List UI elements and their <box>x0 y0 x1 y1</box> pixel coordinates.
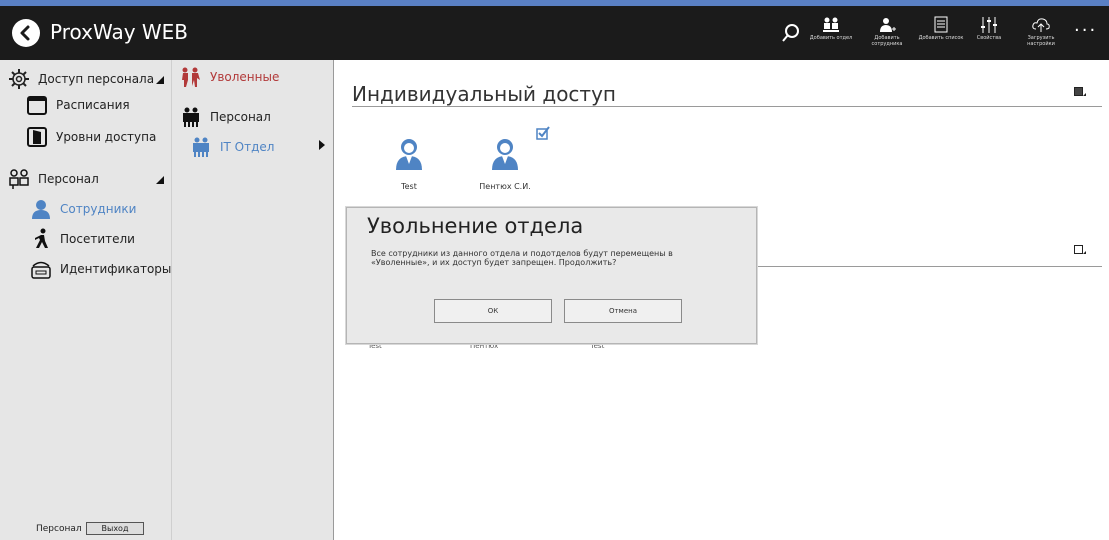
upload-settings-icon <box>1032 18 1050 32</box>
sidebar-item-label: Идентификаторы <box>60 262 172 276</box>
checkbox-checked-icon[interactable] <box>536 126 550 140</box>
sidebar-group-label: Доступ персонала <box>38 72 155 86</box>
ok-button[interactable]: ОК <box>434 299 552 323</box>
tree-item-it-department[interactable]: IT Отдел <box>190 136 274 158</box>
person-avatar-icon <box>492 139 518 170</box>
sidebar-item-label: Посетители <box>60 232 135 246</box>
add-department-label: Добавить отдел <box>809 35 853 41</box>
section-divider <box>352 106 1102 107</box>
person-name: Пентюх С.И. <box>479 182 531 191</box>
current-user-label: Персонал <box>36 524 82 534</box>
upload-settings-label: Загрузить настройки <box>1027 35 1055 47</box>
top-bar: ProxWay WEB Добавить отдел Добавить сотр… <box>0 6 1109 60</box>
sidebar-group-access[interactable]: Доступ персонала <box>8 68 154 90</box>
add-employee-label: Добавить сотрудника <box>871 35 903 47</box>
walking-person-icon <box>35 228 48 248</box>
expand-arrow-icon[interactable] <box>319 140 325 150</box>
filled-square-icon[interactable] <box>1074 87 1086 97</box>
dismiss-department-dialog: Увольнение отдела Все сотрудники из данн… <box>346 207 757 344</box>
sidebar-item-label: Сотрудники <box>60 202 137 216</box>
collapse-triangle-icon[interactable] <box>156 76 164 84</box>
cancel-button[interactable]: Отмена <box>564 299 682 323</box>
person-name: Test <box>401 182 417 191</box>
sidebar-group-personnel[interactable]: Персонал <box>8 168 99 190</box>
add-employee-icon <box>880 18 896 32</box>
sidebar-item-visitors[interactable]: Посетители <box>30 228 135 250</box>
add-list-button[interactable]: Добавить список <box>916 14 966 54</box>
logout-button[interactable]: Выход <box>86 522 144 535</box>
section-title: Индивидуальный доступ <box>352 82 616 106</box>
add-department-icon <box>823 17 839 32</box>
door-icon <box>27 127 47 147</box>
add-employee-button[interactable]: Добавить сотрудника <box>862 14 912 54</box>
back-button[interactable] <box>12 19 40 47</box>
sidebar-item-label: Уровни доступа <box>56 130 157 144</box>
card-reader-icon <box>31 261 51 279</box>
department-tree: Уволенные Персонал IT Отдел <box>172 60 334 540</box>
upload-settings-button[interactable]: Загрузить настройки <box>1016 14 1066 54</box>
properties-icon <box>981 17 997 33</box>
sidebar-footer: Персонал Выход <box>0 518 172 540</box>
people-icon <box>9 169 29 189</box>
sidebar-group-label: Персонал <box>38 172 99 186</box>
tree-item-label: Персонал <box>210 110 271 124</box>
add-department-button[interactable]: Добавить отдел <box>806 14 856 54</box>
sidebar-item-employees[interactable]: Сотрудники <box>30 198 136 220</box>
empty-square-icon[interactable] <box>1074 245 1086 255</box>
app-title: ProxWay WEB <box>50 20 189 44</box>
add-list-icon <box>934 16 948 33</box>
tree-item-staff[interactable]: Персонал <box>180 106 271 128</box>
properties-button[interactable]: Свойства <box>964 14 1014 54</box>
gear-icon <box>9 69 29 89</box>
add-list-label: Добавить список <box>918 35 964 41</box>
more-menu-button[interactable]: ··· <box>1074 20 1097 41</box>
sidebar-item-label: Расписания <box>56 98 130 112</box>
person-avatar-icon <box>396 139 422 170</box>
search-icon[interactable] <box>780 22 802 44</box>
tree-item-fired[interactable]: Уволенные <box>180 66 279 88</box>
tree-item-label: Уволенные <box>210 70 280 84</box>
properties-label: Свойства <box>976 35 1002 41</box>
person-card[interactable]: Test <box>374 136 444 191</box>
department-icon <box>193 137 209 157</box>
fired-people-icon <box>182 67 200 87</box>
dialog-title: Увольнение отдела <box>367 214 584 238</box>
sidebar: Доступ персонала Расписания Уровни досту… <box>0 60 172 540</box>
tree-item-label: IT Отдел <box>220 140 275 154</box>
person-card[interactable]: Пентюх С.И. <box>470 136 540 191</box>
sidebar-item-access-levels[interactable]: Уровни доступа <box>26 126 156 148</box>
chevron-left-icon <box>20 25 30 41</box>
collapse-triangle-icon[interactable] <box>156 176 164 184</box>
staff-icon <box>183 107 199 127</box>
person-icon <box>32 200 50 219</box>
sidebar-item-schedules[interactable]: Расписания <box>26 94 130 116</box>
calendar-icon <box>27 96 47 115</box>
sidebar-item-identifiers[interactable]: Идентификаторы <box>30 258 171 280</box>
dialog-message: Все сотрудники из данного отдела и подот… <box>371 249 673 267</box>
